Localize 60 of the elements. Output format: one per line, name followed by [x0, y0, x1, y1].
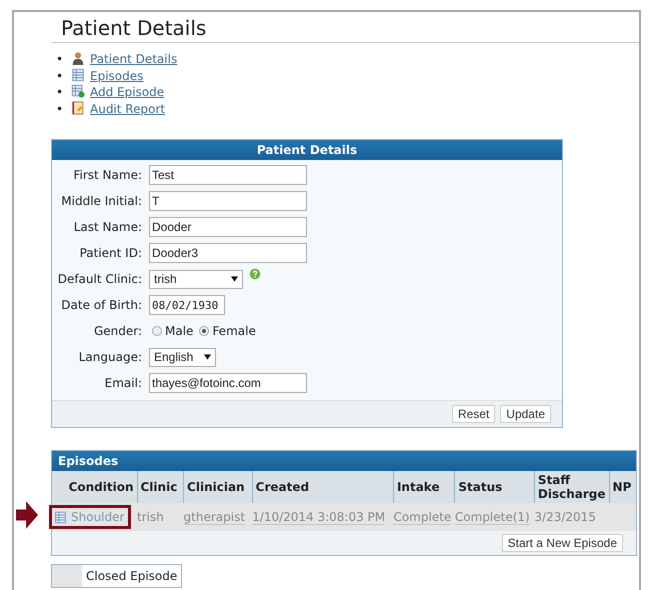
help-icon[interactable]: [249, 268, 261, 280]
table-cell: 1/10/2014 3:08:03 PM: [252, 510, 386, 525]
field-label: Default Clinic:: [56, 272, 142, 286]
field-label: Last Name:: [72, 220, 142, 234]
table-cell: gtherapist: [184, 510, 246, 525]
text-field[interactable]: thayes@fotoinc.com: [149, 373, 307, 393]
start-new-episode-button[interactable]: Start a New Episode: [502, 534, 623, 552]
field-label: Patient ID:: [78, 246, 142, 260]
column-header: NP: [609, 471, 636, 503]
table-cell: Complete(1): [454, 510, 530, 525]
panel-header: Episodes: [52, 451, 636, 471]
legend-swatch: [52, 565, 82, 587]
date-field[interactable]: 08/02/1930: [149, 295, 225, 315]
table-cell: 3/23/2015: [534, 510, 596, 524]
nav-link[interactable]: Audit Report: [90, 102, 166, 116]
column-header: Clinic: [137, 471, 184, 503]
nav-link[interactable]: Add Episode: [90, 85, 164, 99]
text-field[interactable]: Dooder: [149, 217, 307, 237]
table-icon: [71, 68, 85, 82]
report-icon: [71, 100, 85, 114]
pointer-arrow-icon: [16, 501, 38, 529]
column-header: Staff Discharge: [534, 471, 610, 503]
bullet: •: [56, 51, 64, 68]
column-header: Condition: [52, 471, 137, 503]
field-label: Gender:: [92, 324, 142, 338]
table-cell: trish: [137, 510, 164, 524]
column-header: Status: [454, 471, 534, 503]
text-field[interactable]: Test: [149, 165, 307, 185]
radio-label: Male: [165, 324, 194, 338]
form-button[interactable]: Update: [500, 405, 551, 423]
column-header: Intake: [393, 471, 455, 503]
column-header: Clinician: [184, 471, 252, 503]
person-icon: [71, 51, 85, 65]
text-field[interactable]: Dooder3: [149, 243, 307, 263]
dropdown-caret-icon: [231, 276, 238, 282]
bullet: •: [56, 100, 64, 117]
table-add-icon: [71, 84, 85, 98]
field-label: Email:: [104, 376, 142, 390]
panel-header: Patient Details: [52, 140, 562, 160]
legend-label: Closed Episode: [85, 569, 178, 583]
field-label: Date of Birth:: [60, 298, 142, 312]
form-button[interactable]: Reset: [452, 405, 496, 423]
column-header: Created: [252, 471, 394, 503]
field-label: First Name:: [72, 168, 142, 182]
dropdown-caret-icon: [204, 354, 211, 360]
radio-label: Female: [212, 324, 256, 338]
page-title: Patient Details: [51, 16, 639, 43]
field-label: Middle Initial:: [60, 194, 142, 208]
dropdown[interactable]: trish: [149, 270, 243, 288]
dropdown[interactable]: English: [149, 348, 216, 366]
radio-button[interactable]: [199, 326, 210, 336]
nav-link[interactable]: Episodes: [90, 68, 144, 82]
table-icon: [54, 510, 67, 524]
bullet: •: [56, 68, 64, 84]
table-cell: Complete: [393, 510, 452, 525]
bullet: •: [56, 84, 64, 100]
text-field[interactable]: T: [149, 191, 307, 211]
field-label: Language:: [78, 350, 142, 364]
radio-button[interactable]: [152, 326, 162, 336]
nav-link[interactable]: Patient Details: [90, 52, 178, 66]
